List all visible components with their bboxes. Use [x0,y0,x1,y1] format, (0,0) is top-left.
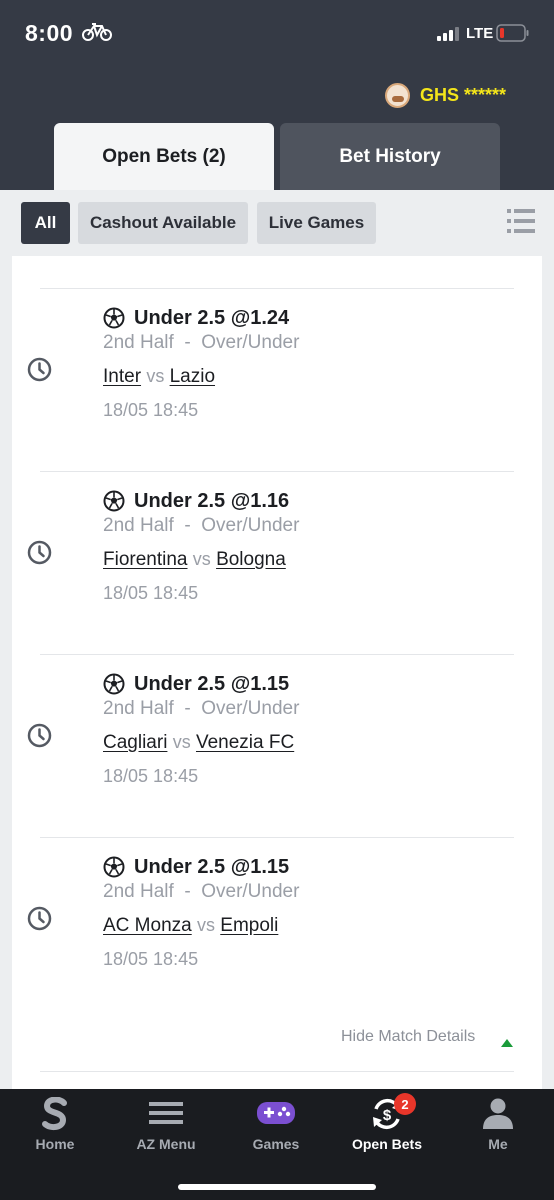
bet-market: 2nd Half - Over/Under [103,881,300,902]
soccer-ball-icon [103,307,125,334]
open-bets-count-badge: 2 [394,1093,416,1115]
status-time: 8:00 [25,20,74,46]
nav-games[interactable]: Games [221,1089,331,1169]
bet-selection: Under 2.5 @1.15 [134,673,290,695]
nav-label: Me [488,1136,508,1152]
nav-home[interactable]: Home [0,1089,110,1169]
bet-market: 2nd Half - Over/Under [103,332,300,353]
bet-match[interactable]: Inter vs Lazio [103,366,215,388]
filter-cashout-button[interactable]: Cashout Available [78,202,248,244]
nav-label: AZ Menu [136,1136,196,1152]
sportybet-logo-icon [42,1096,68,1136]
soccer-ball-icon [103,856,125,883]
bet-datetime: 18/05 18:45 [103,766,199,786]
clock-icon [27,540,52,570]
caret-up-icon[interactable] [501,1034,513,1052]
tab-open-bets[interactable]: Open Bets (2) [54,123,274,190]
signal-icon [437,27,459,46]
filter-live-games-button[interactable]: Live Games [257,202,376,244]
bicycle-icon [82,22,112,47]
soccer-ball-icon [103,490,125,517]
nav-open-bets[interactable]: $ 2 Open Bets [332,1089,442,1169]
divider [40,471,514,472]
vs-label: vs [146,366,165,386]
nav-az-menu[interactable]: AZ Menu [111,1089,221,1169]
away-team[interactable]: Venezia FC [196,732,294,753]
bet-datetime: 18/05 18:45 [103,583,199,603]
battery-icon [496,24,530,47]
bet-leg: Under 2.5 @1.15 2nd Half - Over/Under AC… [12,837,542,1020]
bet-selection: Under 2.5 @1.15 [134,856,290,878]
vs-label: vs [196,915,215,935]
bet-leg: Under 2.5 @1.16 2nd Half - Over/Under Fi… [12,471,542,654]
home-team[interactable]: Inter [103,366,141,387]
away-team[interactable]: Lazio [170,366,215,387]
divider [40,1071,514,1072]
divider [40,837,514,838]
avatar [385,82,410,108]
nav-label: Home [35,1136,75,1152]
bet-market: 2nd Half - Over/Under [103,698,300,719]
divider [40,288,514,289]
bet-selection: Under 2.5 @1.24 [134,307,290,329]
divider [40,654,514,655]
filter-all-button[interactable]: All [21,202,70,244]
away-team[interactable]: Bologna [216,549,286,570]
bet-leg: Under 2.5 @1.24 2nd Half - Over/Under In… [12,288,542,471]
hide-match-details-link[interactable]: Hide Match Details [341,1028,475,1046]
home-team[interactable]: Cagliari [103,732,167,753]
home-team[interactable]: AC Monza [103,915,192,936]
app-header: 8:00 LTE GHS ****** Open Bets (2) Bet Hi… [0,0,554,190]
bet-datetime: 18/05 18:45 [103,949,199,969]
nav-label: Games [252,1136,300,1152]
bet-market: 2nd Half - Over/Under [103,515,300,536]
nav-me[interactable]: Me [443,1089,553,1169]
account-balance[interactable]: GHS ****** [385,82,506,108]
clock-icon [27,723,52,753]
svg-text:$: $ [383,1107,392,1124]
home-indicator [178,1184,376,1190]
hamburger-menu-icon [149,1097,183,1132]
list-view-icon[interactable] [507,207,535,240]
soccer-ball-icon [103,673,125,700]
gamepad-icon [256,1097,296,1132]
tab-bet-history[interactable]: Bet History [280,123,500,190]
vs-label: vs [192,549,211,569]
vs-label: vs [172,732,191,752]
network-type: LTE [466,25,494,42]
bet-selection: Under 2.5 @1.16 [134,490,290,512]
status-bar: 8:00 LTE [0,0,554,66]
bet-match[interactable]: Cagliari vs Venezia FC [103,732,294,754]
bet-leg: Under 2.5 @1.15 2nd Half - Over/Under Ca… [12,654,542,837]
bet-match[interactable]: AC Monza vs Empoli [103,915,278,937]
home-team[interactable]: Fiorentina [103,549,188,570]
bet-match[interactable]: Fiorentina vs Bologna [103,549,286,571]
clock-icon [27,357,52,387]
bet-datetime: 18/05 18:45 [103,400,199,420]
clock-icon [27,906,52,936]
open-bet-details-card: Under 2.5 @1.24 2nd Half - Over/Under In… [12,256,542,1090]
user-icon [482,1097,514,1134]
balance-amount: GHS ****** [420,84,507,105]
filter-bar: All Cashout Available Live Games [0,190,554,256]
away-team[interactable]: Empoli [220,915,278,936]
nav-label: Open Bets [351,1136,422,1152]
